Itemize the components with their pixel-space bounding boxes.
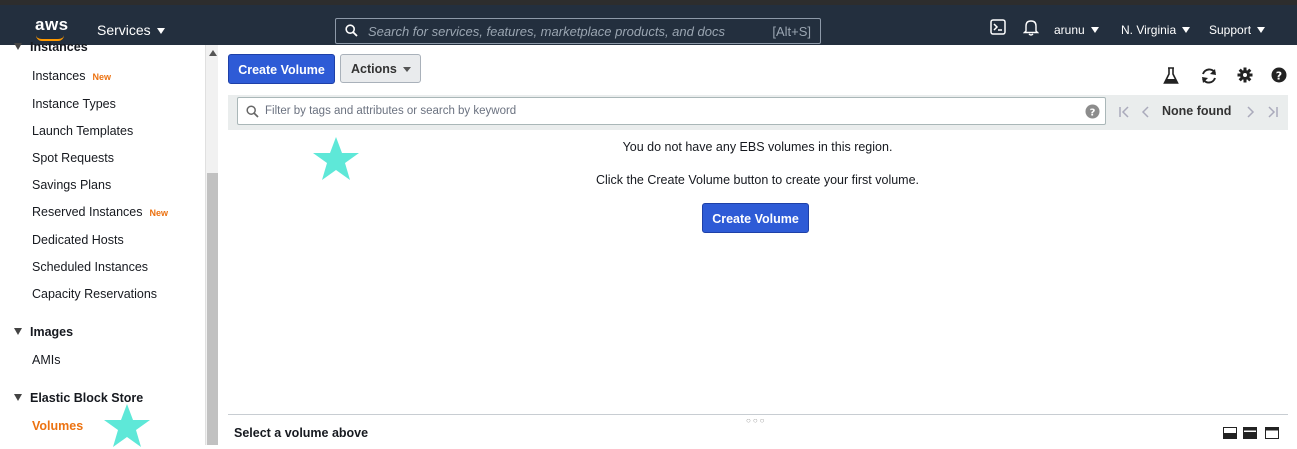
filter-toolbar: Filter by tags and attributes or search … [228, 95, 1288, 130]
layout-bottom-icon[interactable] [1223, 427, 1237, 439]
empty-state-hint: Click the Create Volume button to create… [595, 173, 920, 187]
chevron-down-icon [1182, 27, 1191, 33]
actions-label: Actions [351, 62, 397, 76]
aws-logo[interactable]: aws [35, 15, 69, 35]
detail-placeholder: Select a volume above [234, 426, 369, 440]
new-badge: New [149, 208, 168, 218]
user-name: arunu [1054, 23, 1085, 37]
layout-top-icon[interactable] [1265, 427, 1279, 439]
gear-icon[interactable] [1237, 67, 1253, 83]
first-page-icon[interactable] [1118, 106, 1130, 118]
support-label: Support [1209, 23, 1252, 37]
sidebar-item-launch-templates[interactable]: Launch Templates [32, 124, 133, 138]
user-menu[interactable]: arunu [1054, 23, 1099, 37]
sidebar-item-scheduled-instances[interactable]: Scheduled Instances [32, 260, 148, 274]
create-volume-empty-button[interactable]: Create Volume [702, 203, 809, 233]
empty-state-message: You do not have any EBS volumes in this … [622, 140, 893, 154]
main-content: Create Volume Actions ? Filter by tags a… [218, 45, 1297, 445]
cloudshell-icon[interactable] [990, 19, 1006, 35]
global-search-input[interactable]: Search for services, features, marketpla… [335, 18, 821, 44]
search-icon [246, 105, 259, 118]
region-name: N. Virginia [1121, 23, 1177, 37]
sidebar-item-dedicated-hosts[interactable]: Dedicated Hosts [32, 233, 124, 247]
filter-placeholder: Filter by tags and attributes or search … [265, 105, 517, 117]
new-badge: New [92, 72, 112, 82]
sidebar-scrollbar[interactable] [205, 45, 218, 445]
actions-dropdown-button[interactable]: Actions [340, 54, 421, 83]
help-icon[interactable]: ? [1271, 67, 1287, 83]
beaker-icon[interactable] [1163, 67, 1179, 85]
pagination-status: None found [1162, 104, 1232, 118]
services-menu[interactable]: Services [97, 22, 165, 38]
chevron-down-icon [1090, 27, 1099, 33]
section-label: Images [30, 325, 74, 339]
filter-search-input[interactable]: Filter by tags and attributes or search … [237, 97, 1106, 125]
layout-split-icon[interactable] [1243, 427, 1257, 439]
detail-panel-header: ○○○ Select a volume above [228, 414, 1288, 445]
caret-down-icon [14, 394, 22, 401]
scrollbar-thumb[interactable] [207, 173, 218, 445]
sidebar-item-reserved-instances[interactable]: Reserved Instances New [32, 205, 168, 219]
search-icon [345, 24, 358, 37]
region-menu[interactable]: N. Virginia [1121, 23, 1191, 37]
search-placeholder: Search for services, features, marketpla… [368, 24, 725, 39]
top-navigation-bar: aws Services Search for services, featur… [0, 0, 1297, 45]
support-menu[interactable]: Support [1209, 23, 1266, 37]
sidebar-item-instance-types[interactable]: Instance Types [32, 97, 116, 111]
sidebar-navigation: Instances Instances New Instance Types La… [0, 40, 205, 445]
chevron-down-icon [1257, 27, 1266, 33]
refresh-icon[interactable] [1200, 67, 1218, 85]
star-annotation-icon [104, 404, 150, 447]
help-icon[interactable]: ? [1085, 104, 1100, 119]
sidebar-section-instances[interactable]: Instances [14, 40, 88, 54]
sidebar-item-volumes[interactable]: Volumes [32, 419, 83, 433]
search-shortcut: [Alt+S] [772, 24, 811, 39]
section-label: Instances [30, 40, 88, 54]
caret-down-icon [14, 43, 22, 50]
star-annotation-icon [313, 137, 359, 180]
scroll-up-arrow-icon[interactable] [209, 50, 217, 56]
create-volume-button[interactable]: Create Volume [228, 54, 335, 84]
services-label: Services [97, 22, 151, 38]
next-page-icon[interactable] [1246, 106, 1256, 118]
last-page-icon[interactable] [1267, 106, 1279, 118]
bell-icon[interactable] [1023, 19, 1039, 36]
chevron-down-icon [156, 28, 165, 34]
sidebar-item-label: Instances [32, 69, 86, 83]
caret-down-icon [14, 328, 22, 335]
sidebar-item-amis[interactable]: AMIs [32, 353, 60, 367]
sidebar-item-capacity-reservations[interactable]: Capacity Reservations [32, 287, 157, 301]
previous-page-icon[interactable] [1140, 106, 1150, 118]
sidebar-section-images[interactable]: Images [14, 325, 73, 339]
chevron-down-icon [402, 67, 411, 72]
sidebar-item-label: Reserved Instances [32, 205, 143, 219]
sidebar-item-savings-plans[interactable]: Savings Plans [32, 178, 111, 192]
resize-handle-icon[interactable]: ○○○ [746, 416, 767, 425]
svg-text:?: ? [1276, 70, 1282, 83]
sidebar-item-instances[interactable]: Instances New [32, 69, 111, 83]
sidebar-item-spot-requests[interactable]: Spot Requests [32, 151, 114, 165]
svg-text:?: ? [1090, 108, 1096, 119]
